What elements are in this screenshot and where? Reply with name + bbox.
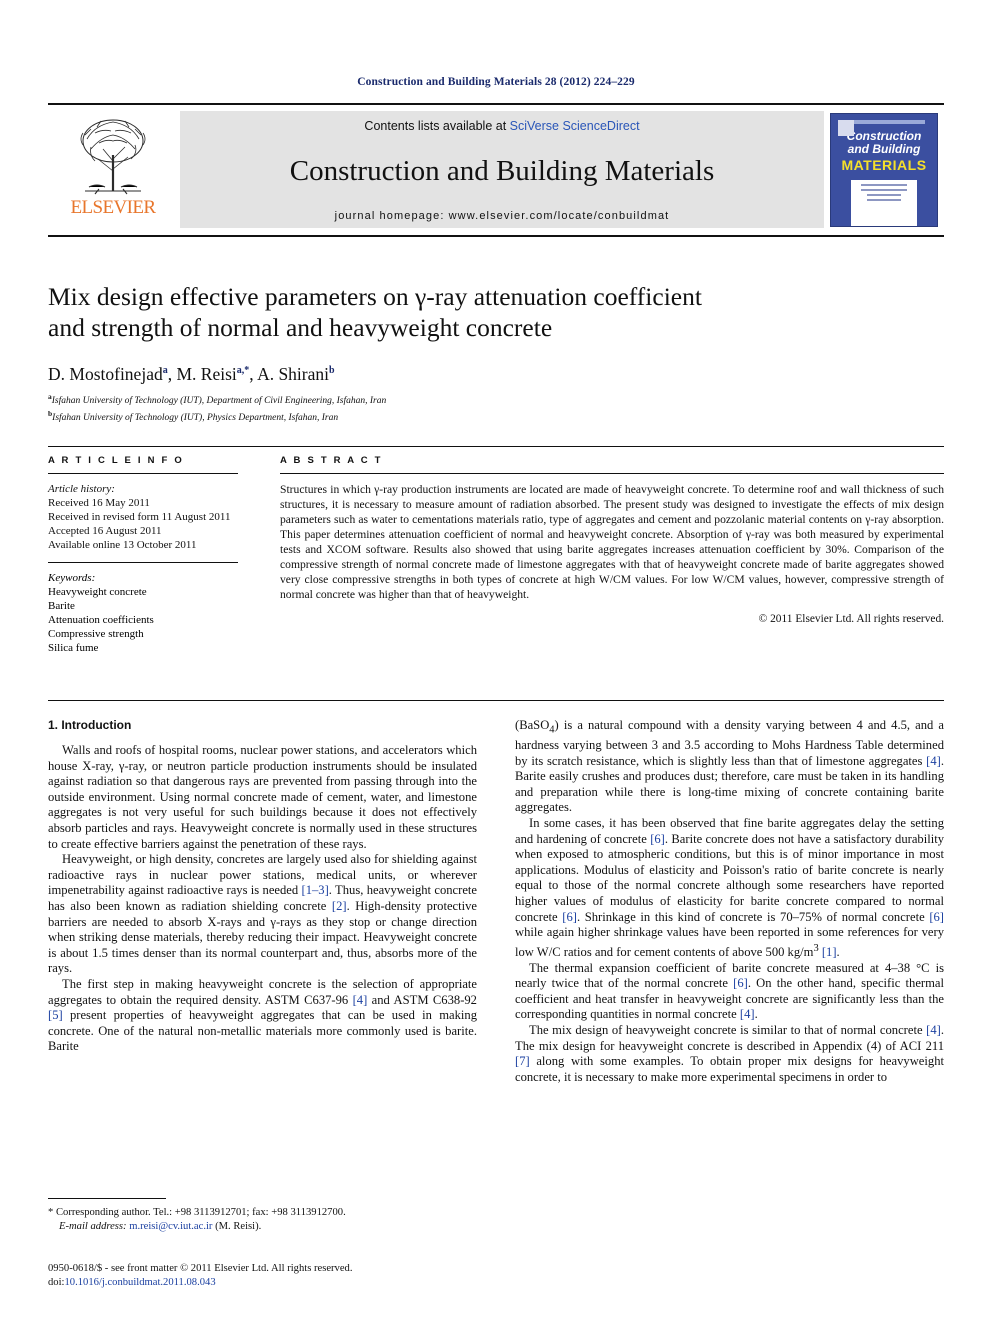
history-received: Received 16 May 2011 (48, 497, 150, 509)
cover-line1: Construction (846, 128, 922, 143)
body-right-column: (BaSO4) is a natural compound with a den… (515, 718, 944, 1085)
doi-label: doi: (48, 1276, 65, 1288)
author-mark: a (162, 365, 168, 377)
author-name[interactable]: A. Shirani (257, 364, 329, 384)
paragraph: Walls and roofs of hospital rooms, nucle… (48, 743, 477, 851)
email-label: E-mail address: (59, 1220, 127, 1232)
author-name[interactable]: M. Reisi (176, 364, 236, 384)
contents-prefix: Contents lists available at (364, 119, 510, 133)
footnote-marker: * (48, 1207, 54, 1218)
cover-elsevier-mark-icon (838, 120, 854, 136)
author-mark: a,* (236, 365, 250, 377)
article-info-heading: A R T I C L E I N F O (48, 455, 184, 466)
elsevier-logo: ELSEVIER (48, 105, 178, 235)
affiliation-row: bIsfahan University of Technology (IUT),… (48, 408, 386, 425)
corresponding-author-footnote: * Corresponding author. Tel.: +98 311391… (48, 1198, 477, 1233)
cover-inner-panel (851, 179, 917, 226)
elsevier-wordmark: ELSEVIER (70, 197, 157, 218)
journal-homepage-line: journal homepage: www.elsevier.com/locat… (335, 210, 670, 222)
paragraph: Heavyweight, or high density, concretes … (48, 852, 478, 976)
cover-text-line (861, 183, 907, 186)
email-link[interactable]: m.reisi@cv.iut.ac.ir (129, 1221, 212, 1232)
divider-below-abstract (48, 700, 944, 701)
paragraph: The thermal expansion coefficient of bar… (515, 960, 944, 1022)
cover-footer-block (864, 214, 904, 221)
keyword-item: Attenuation coefficients (48, 614, 154, 626)
abstract-rule (280, 473, 944, 474)
footnote-email-line: E-mail address: m.reisi@cv.iut.ac.ir (M.… (48, 1220, 477, 1234)
cover-line2: and Building (847, 141, 921, 156)
article-info-column: A R T I C L E I N F O Article history: R… (48, 455, 238, 655)
journal-cover-thumbnail: Construction and Building MATERIALS (830, 113, 938, 227)
paper-page: Construction and Building Materials 28 (… (0, 0, 992, 1323)
cover-top-bar (849, 120, 926, 124)
section-heading-introduction: 1. Introduction (48, 718, 132, 732)
page-title: Mix design effective parameters on γ-ray… (48, 281, 808, 343)
keyword-item: Compressive strength (48, 628, 144, 640)
cover-text-line (867, 198, 901, 201)
author-mark: b (329, 365, 335, 377)
cover-line3: MATERIALS (841, 156, 927, 173)
homepage-prefix: journal homepage: (334, 210, 449, 222)
history-accepted: Accepted 16 August 2011 (48, 525, 162, 537)
cover-text-line (867, 193, 901, 196)
elsevier-tree-icon (80, 119, 146, 195)
email-suffix: (M. Reisi). (215, 1220, 262, 1232)
footnote-rule (48, 1198, 166, 1199)
history-online: Available online 13 October 2011 (48, 539, 197, 551)
affiliations: aIsfahan University of Technology (IUT),… (48, 391, 386, 424)
body-left-column: 1. Introduction Walls and roofs of hospi… (48, 718, 477, 1085)
sciencedirect-link[interactable]: SciVerse ScienceDirect (510, 119, 640, 133)
affiliation-text: Isfahan University of Technology (IUT), … (51, 396, 387, 407)
affiliation-text: Isfahan University of Technology (IUT), … (52, 412, 339, 423)
keywords-label: Keywords: (48, 572, 96, 584)
author-list: D. Mostofinejada, M. Reisia,*, A. Shiran… (48, 364, 335, 384)
body-columns: 1. Introduction Walls and roofs of hospi… (48, 718, 944, 1085)
page-footer: 0950-0618/$ - see front matter © 2011 El… (48, 1262, 648, 1289)
article-info-rule (48, 473, 238, 474)
divider-above-info (48, 446, 944, 447)
title-line-2: and strength of normal and heavyweight c… (48, 313, 553, 342)
keyword-item: Silica fume (48, 642, 99, 654)
keyword-item: Barite (48, 600, 75, 612)
footnote-contact-line: * Corresponding author. Tel.: +98 311391… (48, 1206, 477, 1220)
issn-line: 0950-0618/$ - see front matter © 2011 El… (48, 1263, 353, 1274)
abstract-column: A B S T R A C T Structures in which γ-ra… (280, 455, 944, 655)
abstract-heading: A B S T R A C T (280, 455, 383, 466)
article-history-label: Article history: (48, 483, 115, 495)
title-line-1: Mix design effective parameters on γ-ray… (48, 282, 702, 311)
paragraph: The mix design of heavyweight concrete i… (515, 1022, 944, 1084)
journal-title: Construction and Building Materials (289, 155, 715, 187)
keywords-rule (48, 562, 238, 563)
contents-available-line: Contents lists available at SciVerse Sci… (364, 119, 639, 133)
cover-text-line (861, 188, 907, 191)
paragraph: In some cases, it has been observed that… (515, 816, 944, 960)
doi-line: doi:10.1016/j.conbuildmat.2011.08.043 (48, 1276, 648, 1290)
doi-link[interactable]: 10.1016/j.conbuildmat.2011.08.043 (64, 1277, 215, 1288)
abstract-copyright: © 2011 Elsevier Ltd. All rights reserved… (758, 613, 944, 625)
running-head: Construction and Building Materials 28 (… (357, 76, 635, 88)
affiliation-row: aIsfahan University of Technology (IUT),… (48, 391, 386, 408)
history-revised: Received in revised form 11 August 2011 (48, 511, 231, 523)
abstract-text: Structures in which γ-ray production ins… (280, 483, 944, 601)
masthead-center: Contents lists available at SciVerse Sci… (180, 111, 824, 228)
homepage-url[interactable]: www.elsevier.com/locate/conbuildmat (449, 210, 670, 222)
journal-masthead: ELSEVIER Contents lists available at Sci… (48, 103, 944, 237)
author-name[interactable]: D. Mostofinejad (48, 364, 163, 384)
footnote-contact-text: Corresponding author. Tel.: +98 31139127… (55, 1207, 346, 1218)
info-abstract-block: A R T I C L E I N F O Article history: R… (48, 455, 944, 655)
keyword-item: Heavyweight concrete (48, 586, 147, 598)
paragraph: The first step in making heavyweight con… (48, 976, 477, 1054)
paragraph: (BaSO4) is a natural compound with a den… (515, 718, 944, 815)
